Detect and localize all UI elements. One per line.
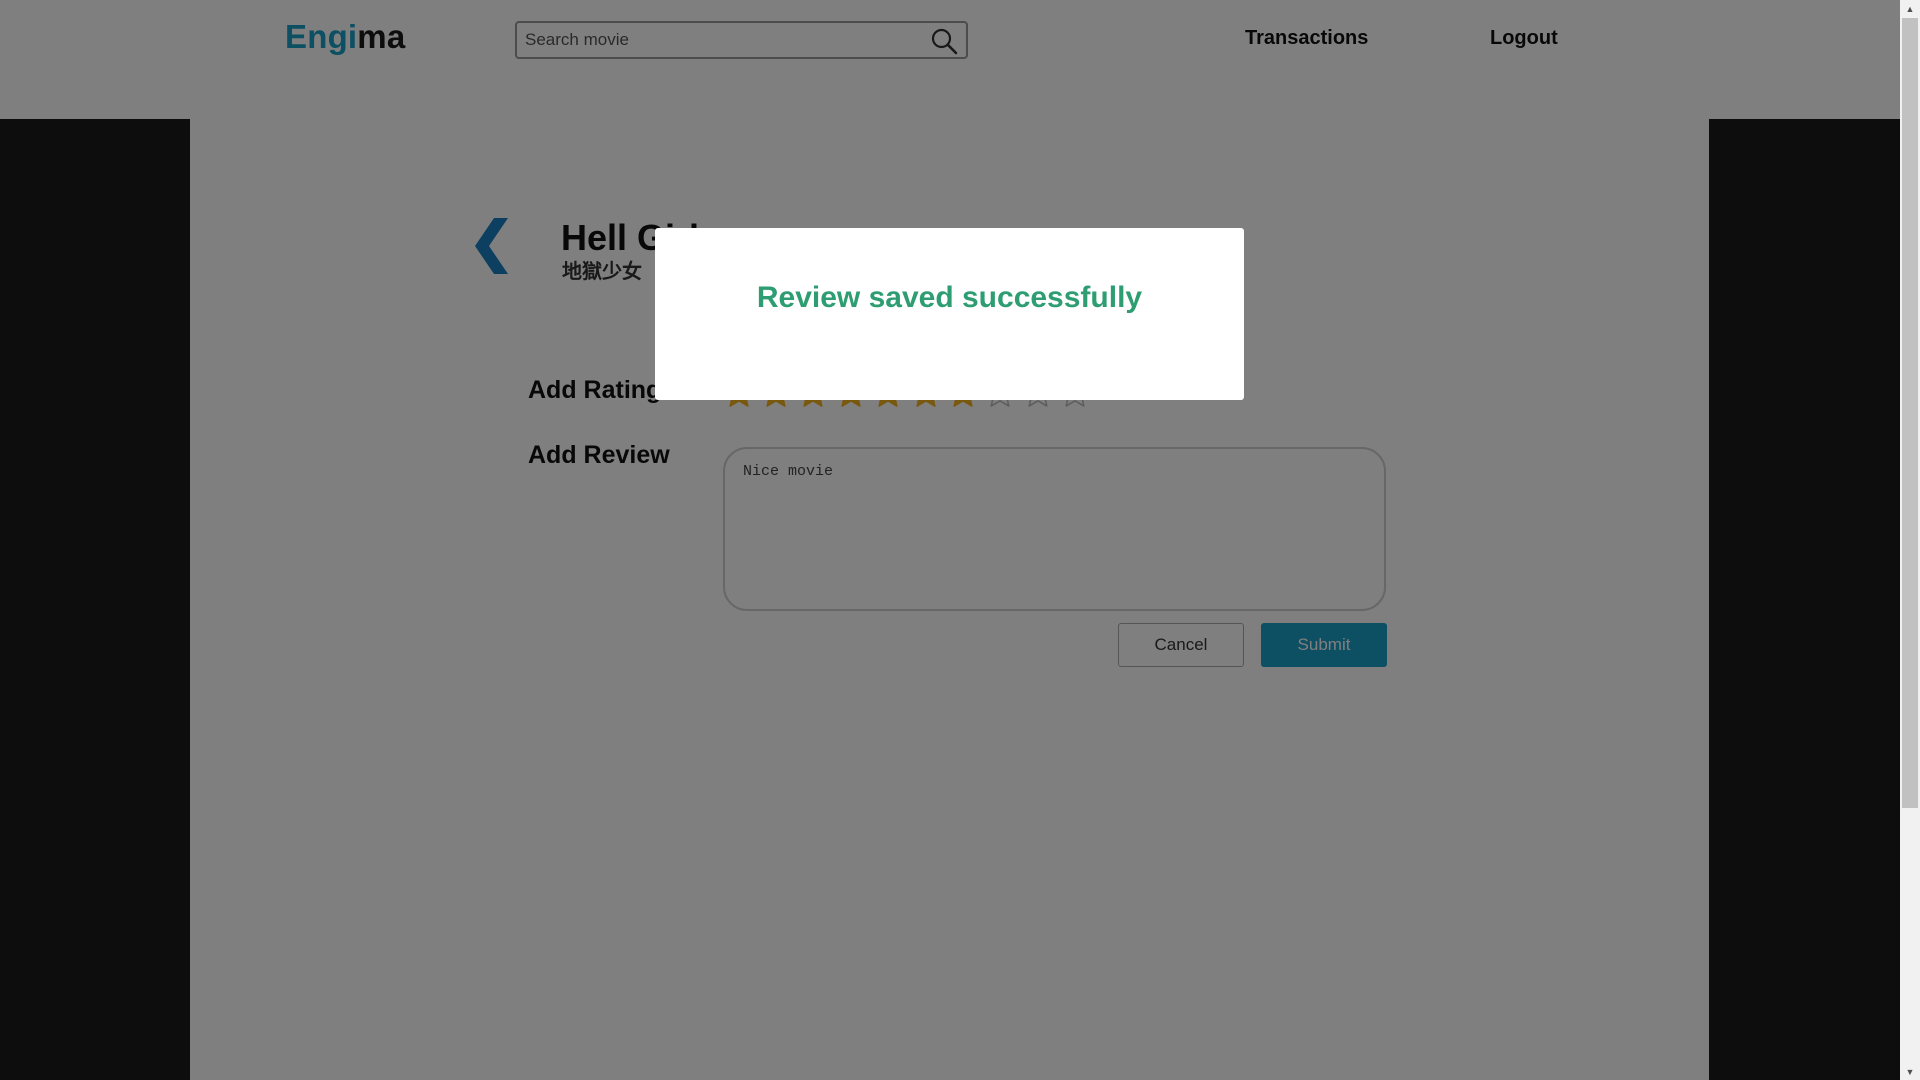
scroll-down-arrow-icon[interactable]: ▼ xyxy=(1900,1063,1920,1080)
success-message: Review saved successfully xyxy=(756,281,1143,314)
modal-backdrop[interactable] xyxy=(0,0,1900,1080)
vertical-scrollbar[interactable]: ▲ ▼ xyxy=(1900,0,1920,1080)
scroll-up-arrow-icon[interactable]: ▲ xyxy=(1900,0,1920,17)
success-dialog: Review saved successfully xyxy=(655,228,1244,400)
scrollbar-thumb[interactable] xyxy=(1902,18,1918,808)
